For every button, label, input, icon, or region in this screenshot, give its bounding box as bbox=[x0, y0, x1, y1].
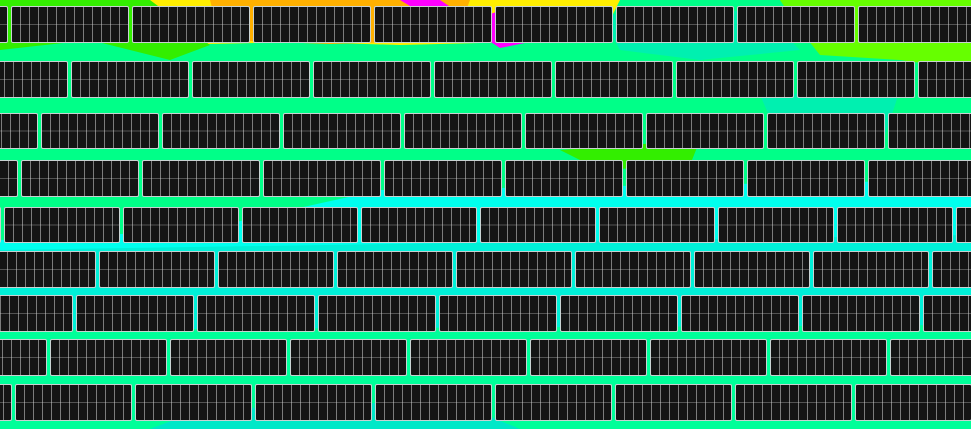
solar-panel[interactable] bbox=[0, 160, 18, 197]
solar-panel[interactable] bbox=[197, 295, 315, 332]
solar-panel[interactable] bbox=[855, 384, 971, 421]
solar-panel[interactable] bbox=[837, 207, 953, 243]
panel-row bbox=[0, 160, 971, 197]
solar-panel[interactable] bbox=[888, 113, 971, 149]
panel-row bbox=[0, 295, 971, 332]
solar-panel[interactable] bbox=[505, 160, 623, 197]
panel-row bbox=[0, 6, 971, 43]
solar-panel[interactable] bbox=[456, 251, 572, 288]
solar-panel[interactable] bbox=[0, 207, 1, 243]
solar-panel[interactable] bbox=[480, 207, 596, 243]
solar-panel[interactable] bbox=[694, 251, 810, 288]
solar-panel[interactable] bbox=[142, 160, 260, 197]
solar-panel[interactable] bbox=[263, 160, 381, 197]
solar-panel[interactable] bbox=[255, 384, 372, 421]
solar-panel[interactable] bbox=[956, 207, 971, 243]
solar-panel[interactable] bbox=[0, 295, 73, 332]
solar-panel[interactable] bbox=[932, 251, 971, 288]
solar-panel[interactable] bbox=[495, 384, 612, 421]
solar-panel[interactable] bbox=[797, 61, 915, 98]
solar-panel[interactable] bbox=[434, 61, 552, 98]
solar-panel[interactable] bbox=[858, 6, 971, 43]
solar-panel[interactable] bbox=[4, 207, 120, 243]
panel-row bbox=[0, 251, 971, 288]
solar-panel[interactable] bbox=[404, 113, 522, 149]
solar-panel[interactable] bbox=[718, 207, 834, 243]
solar-panel[interactable] bbox=[375, 384, 492, 421]
solar-panel[interactable] bbox=[626, 160, 744, 197]
solar-panel[interactable] bbox=[0, 113, 38, 149]
solar-panel[interactable] bbox=[676, 61, 794, 98]
solar-panel[interactable] bbox=[923, 295, 971, 332]
solar-panel[interactable] bbox=[283, 113, 401, 149]
solar-panel[interactable] bbox=[15, 384, 132, 421]
solar-panel[interactable] bbox=[41, 113, 159, 149]
solar-panel-array bbox=[0, 0, 971, 429]
solar-panel[interactable] bbox=[0, 339, 47, 376]
solar-panel[interactable] bbox=[495, 6, 613, 43]
solar-panel[interactable] bbox=[439, 295, 557, 332]
solar-panel[interactable] bbox=[21, 160, 139, 197]
solar-panel[interactable] bbox=[253, 6, 371, 43]
solar-panel[interactable] bbox=[76, 295, 194, 332]
panel-row bbox=[0, 384, 971, 421]
solar-panel[interactable] bbox=[410, 339, 527, 376]
solar-panel[interactable] bbox=[313, 61, 431, 98]
solar-panel[interactable] bbox=[337, 251, 453, 288]
solar-panel[interactable] bbox=[890, 339, 971, 376]
solar-panel[interactable] bbox=[737, 6, 855, 43]
solar-panel[interactable] bbox=[918, 61, 971, 98]
solar-panel[interactable] bbox=[11, 6, 129, 43]
solar-panel[interactable] bbox=[192, 61, 310, 98]
solar-panel[interactable] bbox=[162, 113, 280, 149]
solar-panel[interactable] bbox=[123, 207, 239, 243]
solar-panel[interactable] bbox=[616, 6, 734, 43]
solar-panel[interactable] bbox=[575, 251, 691, 288]
solar-panel[interactable] bbox=[361, 207, 477, 243]
solar-panel[interactable] bbox=[525, 113, 643, 149]
solar-panel[interactable] bbox=[0, 61, 68, 98]
solar-panel[interactable] bbox=[747, 160, 865, 197]
solar-panel[interactable] bbox=[813, 251, 929, 288]
solar-panel[interactable] bbox=[374, 6, 492, 43]
solar-panel[interactable] bbox=[646, 113, 764, 149]
solar-panel[interactable] bbox=[0, 384, 12, 421]
solar-panel[interactable] bbox=[615, 384, 732, 421]
solar-panel[interactable] bbox=[560, 295, 678, 332]
solar-panel[interactable] bbox=[770, 339, 887, 376]
solar-panel[interactable] bbox=[0, 251, 96, 288]
solar-panel[interactable] bbox=[218, 251, 334, 288]
panel-row bbox=[0, 207, 971, 243]
solar-panel[interactable] bbox=[681, 295, 799, 332]
solar-panel[interactable] bbox=[132, 6, 250, 43]
solar-panel[interactable] bbox=[650, 339, 767, 376]
solar-panel[interactable] bbox=[530, 339, 647, 376]
irradiance-map-viewport[interactable] bbox=[0, 0, 971, 429]
solar-panel[interactable] bbox=[868, 160, 971, 197]
solar-panel[interactable] bbox=[71, 61, 189, 98]
solar-panel[interactable] bbox=[99, 251, 215, 288]
solar-panel[interactable] bbox=[767, 113, 885, 149]
panel-row bbox=[0, 339, 971, 376]
solar-panel[interactable] bbox=[242, 207, 358, 243]
solar-panel[interactable] bbox=[802, 295, 920, 332]
panel-row bbox=[0, 113, 971, 149]
panel-row bbox=[0, 61, 971, 98]
solar-panel[interactable] bbox=[135, 384, 252, 421]
solar-panel[interactable] bbox=[290, 339, 407, 376]
solar-panel[interactable] bbox=[170, 339, 287, 376]
solar-panel[interactable] bbox=[50, 339, 167, 376]
solar-panel[interactable] bbox=[0, 6, 8, 43]
solar-panel[interactable] bbox=[599, 207, 715, 243]
solar-panel[interactable] bbox=[384, 160, 502, 197]
solar-panel[interactable] bbox=[735, 384, 852, 421]
solar-panel[interactable] bbox=[318, 295, 436, 332]
solar-panel[interactable] bbox=[555, 61, 673, 98]
